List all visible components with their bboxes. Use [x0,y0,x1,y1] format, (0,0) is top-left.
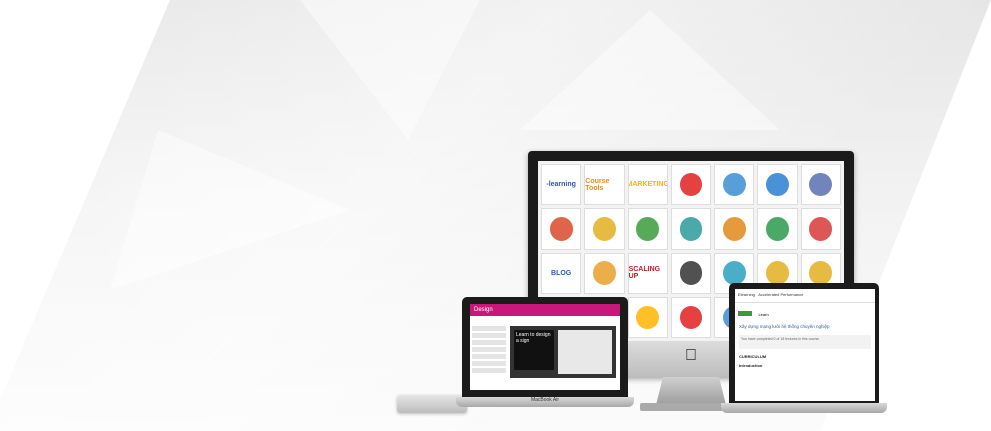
imac-tile [757,208,798,250]
imac-tile [584,208,625,250]
imac-tile [800,208,841,250]
laptop-left-label: MacBook Air [530,397,560,403]
imac-tile: Course Tools [584,164,625,206]
imac-tile-graphic [722,172,746,197]
imac-tile [627,208,668,250]
laptop-left: Design Learn to design a sign MacBook Ai… [456,297,634,415]
imac-tile-graphic [766,172,790,197]
imac-tile [714,208,755,250]
imac-stand [656,377,726,405]
laptop-left-lid: Design Learn to design a sign [462,297,628,397]
imac-tile: SCALING UP [627,252,668,294]
hero-banner: -learning Course Tools MARKETING BLOG SCALIN… [0,0,991,431]
imac-tile-graphic [809,261,833,285]
imac-tile-graphic [766,217,790,241]
laptop-left-screen: Design Learn to design a sign [470,304,620,390]
imac-tile-graphic [636,305,660,330]
laptop-right-base [721,403,887,413]
imac-tile [670,252,712,294]
imac-tile-graphic [722,217,746,241]
laptop-left-header: Design [470,304,620,316]
laptop-right-course-title: Xây dựng mạng lưới hệ thống chuyên nghiệ… [739,324,830,329]
imac-tile [757,164,798,206]
laptop-right-progress: You have completed 0 of 18 lectures in t… [739,335,871,349]
imac-tile-graphic [592,217,616,241]
imac-tile [714,164,755,206]
imac-tile [670,296,712,338]
laptop-right: Elearning Accelerated Performance Learn … [721,283,887,413]
imac-tile-graphic [592,261,616,285]
imac-tile: -learning [541,164,582,206]
laptop-left-sketch-image [558,330,612,374]
imac-tile-graphic [679,305,703,330]
laptop-right-button-label: Learn [758,312,769,317]
laptop-left-panel: Learn to design a sign [514,330,554,370]
imac-tile [627,296,668,338]
imac-tile-graphic [549,217,573,241]
imac-tile-graphic [722,261,746,285]
apple-logo-icon:  [685,348,699,364]
imac-tile [584,252,625,294]
imac-tile: MARKETING [627,164,668,206]
laptop-right-section: CURRICULUM [739,354,767,359]
laptop-left-content: Learn to design a sign [510,326,616,378]
imac-tile-graphic [809,172,833,197]
laptop-right-screen: Elearning Accelerated Performance Learn … [735,289,875,401]
laptop-right-lid: Elearning Accelerated Performance Learn … [729,283,879,403]
imac-tile-graphic [766,261,790,285]
imac-tile-graphic [636,217,660,241]
imac-tile [670,164,712,206]
laptop-right-topbar: Elearning Accelerated Performance [735,289,875,303]
laptop-left-sidebar [472,326,506,386]
imac-tile [800,164,841,206]
imac-tile-graphic [679,172,703,197]
laptop-right-top-label: Accelerated Performance [758,292,804,297]
laptop-right-green-button [738,311,752,316]
laptop-right-brand: Elearning [738,292,755,297]
imac-tile [670,208,712,250]
imac-tile-graphic [679,261,703,285]
imac-tile [541,208,582,250]
imac-tile-graphic [679,217,703,241]
laptop-right-intro: Introduction [739,363,763,368]
imac-tile-graphic [809,217,833,241]
imac-tile: BLOG [541,252,582,294]
